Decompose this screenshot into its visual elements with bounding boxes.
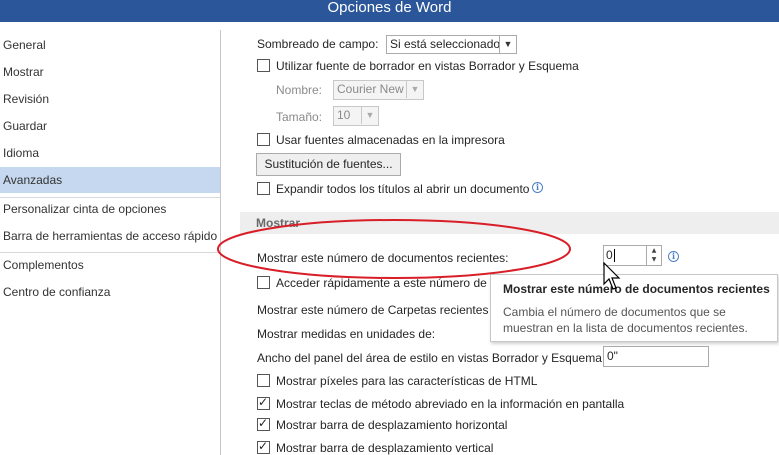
dropdown-arrow-icon: ▼ — [361, 107, 378, 124]
sidebar-item-complementos[interactable]: Complementos — [0, 252, 220, 278]
expand-headings-label: Expandir todos los títulos al abrir un d… — [276, 182, 530, 196]
recent-folders-label: Mostrar este número de Carpetas reciente… — [257, 303, 499, 317]
field-shading-value: Si está seleccionado — [390, 37, 501, 51]
font-size-label: Tamaño: — [276, 110, 323, 124]
field-shading-label: Sombreado de campo: — [257, 37, 379, 51]
draft-font-label: Utilizar fuente de borrador en vistas Bo… — [276, 59, 579, 73]
window-title: Opciones de Word — [327, 0, 452, 16]
font-name-label: Nombre: — [276, 83, 323, 97]
spinner-down-icon[interactable]: ▼ — [647, 255, 661, 264]
info-icon[interactable]: i — [532, 182, 543, 193]
info-icon[interactable]: i — [668, 251, 679, 262]
font-name-select[interactable]: Courier New ▼ — [333, 80, 424, 100]
options-sidebar: General Mostrar Revisión Guardar Idioma … — [0, 30, 220, 455]
printer-fonts-label: Usar fuentes almacenadas en la impresora — [276, 133, 505, 147]
sidebar-item-barra-acceso-rapido[interactable]: Barra de herramientas de acceso rápido — [0, 223, 220, 249]
printer-fonts-checkbox[interactable] — [257, 133, 270, 146]
html-pixels-label: Mostrar píxeles para las características… — [276, 374, 538, 388]
sidebar-item-personalizar-cinta[interactable]: Personalizar cinta de opciones — [0, 196, 220, 222]
tooltip: Mostrar este número de documentos recien… — [490, 274, 778, 342]
tooltip-title: Mostrar este número de documentos recien… — [503, 282, 770, 296]
html-pixels-checkbox[interactable] — [257, 374, 270, 387]
spinner-buttons: ▲ ▼ — [646, 246, 661, 265]
annotation-ellipse — [217, 219, 571, 279]
tooltip-body: Cambia el número de documentos que se mu… — [503, 305, 748, 335]
expand-headings-checkbox[interactable] — [257, 182, 270, 195]
recent-docs-value: 0 — [606, 248, 613, 262]
sidebar-item-mostrar[interactable]: Mostrar — [0, 59, 220, 85]
h-scrollbar-label: Mostrar barra de desplazamiento horizont… — [276, 418, 508, 432]
dropdown-arrow-icon: ▼ — [406, 81, 423, 98]
mouse-pointer-icon — [603, 262, 621, 290]
sidebar-item-avanzadas[interactable]: Avanzadas — [0, 167, 220, 193]
title-bar: Opciones de Word — [0, 0, 779, 22]
font-size-value: 10 — [337, 108, 351, 122]
spinner-up-icon[interactable]: ▲ — [647, 246, 661, 255]
h-scrollbar-checkbox[interactable] — [257, 416, 270, 431]
units-label: Mostrar medidas en unidades de: — [257, 327, 436, 341]
field-shading-select[interactable]: Si está seleccionado ▼ — [386, 35, 517, 54]
v-scrollbar-checkbox[interactable] — [257, 439, 270, 454]
dropdown-arrow-icon: ▼ — [499, 36, 516, 53]
style-pane-label: Ancho del panel del área de estilo en vi… — [257, 351, 606, 365]
text-caret — [613, 249, 615, 263]
sidebar-item-revision[interactable]: Revisión — [0, 86, 220, 112]
style-pane-input[interactable]: 0" — [603, 346, 709, 367]
sidebar-item-centro-confianza[interactable]: Centro de confianza — [0, 279, 220, 305]
sidebar-item-general[interactable]: General — [0, 32, 220, 58]
draft-font-checkbox[interactable] — [257, 59, 270, 72]
sidebar-item-idioma[interactable]: Idioma — [0, 140, 220, 166]
v-scrollbar-label: Mostrar barra de desplazamiento vertical — [276, 441, 494, 455]
sidebar-item-guardar[interactable]: Guardar — [0, 113, 220, 139]
font-name-value: Courier New — [337, 82, 404, 96]
shortcut-keys-label: Mostrar teclas de método abreviado en la… — [276, 397, 625, 411]
shortcut-keys-checkbox[interactable] — [257, 395, 270, 410]
font-substitution-button[interactable]: Sustitución de fuentes... — [256, 153, 401, 176]
font-size-select[interactable]: 10 ▼ — [333, 106, 379, 126]
